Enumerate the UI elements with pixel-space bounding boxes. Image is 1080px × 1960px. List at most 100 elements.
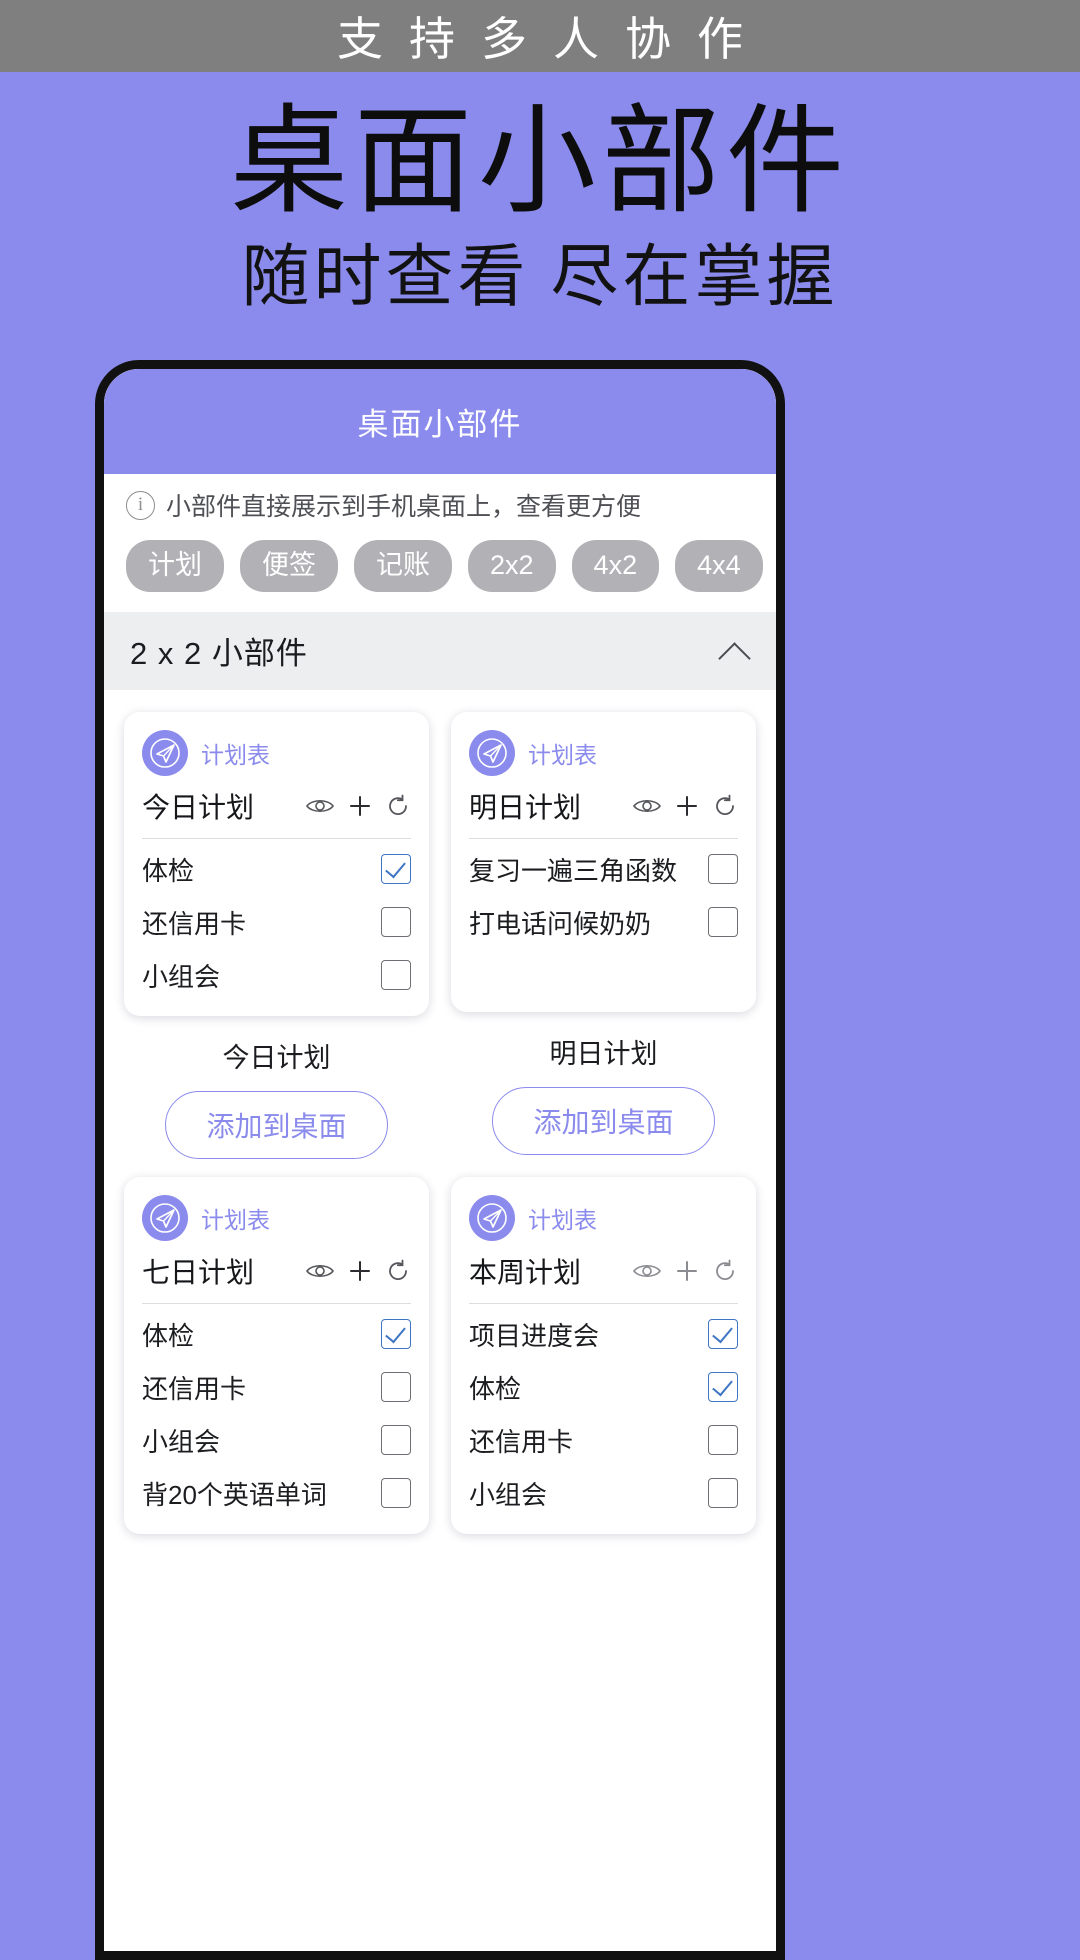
todo-label: 还信用卡 [469,1426,574,1457]
todo-item[interactable]: 小组会 [469,1467,738,1520]
promo-page: 支持多人协作 桌面小部件 随时查看 尽在掌握 桌面小部件 i 小部件直接展示到手… [0,0,1080,1960]
filter-chip-note[interactable]: 便签 [240,540,338,592]
todo-checkbox[interactable] [708,1425,738,1456]
widget-card-tomorrow[interactable]: 计划表 明日计划 复习一遍三角函数 打电话问候奶奶 [451,711,756,1012]
divider [469,837,738,839]
widget-card-this-week[interactable]: 计划表 本周计划 项目进度会 体检 还信用卡 小组会 [451,1176,756,1534]
section-title: 2 x 2 小部件 [130,636,308,672]
todo-label: 体检 [142,1320,195,1351]
todo-item[interactable]: 体检 [469,1361,738,1414]
hero-subtitle: 随时查看 尽在掌握 [241,239,839,315]
todo-label: 还信用卡 [142,908,247,939]
todo-item[interactable]: 小组会 [142,1414,411,1467]
widget-brand-name: 计划表 [528,741,597,768]
todo-label: 小组会 [142,961,221,992]
info-notice-text: 小部件直接展示到手机桌面上，查看更方便 [166,493,642,521]
refresh-icon[interactable] [712,793,738,819]
todo-item[interactable]: 背20个英语单词 [142,1467,411,1520]
section-header-2x2[interactable]: 2 x 2 小部件 [104,611,776,690]
chevron-up-icon[interactable] [720,636,750,666]
todo-checkbox[interactable] [381,1372,411,1403]
todo-label: 复习一遍三角函数 [469,855,678,886]
widget-title: 明日计划 [469,791,582,823]
paper-plane-icon [469,729,515,776]
widget-actions [632,1258,738,1284]
eye-icon[interactable] [305,1261,335,1281]
eye-icon[interactable] [632,796,662,816]
widget-title-row: 今日计划 [142,786,411,826]
todo-item[interactable]: 小组会 [142,949,411,1002]
app-header: 桌面小部件 [104,369,776,474]
plus-icon[interactable] [675,1259,699,1283]
eye-icon[interactable] [305,796,335,816]
filter-chip-4x2[interactable]: 4x2 [571,540,660,592]
widget-brand-name: 计划表 [201,741,270,768]
widget-title-row: 本周计划 [469,1251,738,1291]
info-notice: i 小部件直接展示到手机桌面上，查看更方便 [104,474,776,536]
todo-checkbox[interactable] [381,1478,411,1509]
widget-actions [632,793,738,819]
eye-icon[interactable] [632,1261,662,1281]
todo-item[interactable]: 项目进度会 [469,1308,738,1361]
todo-label: 小组会 [142,1426,221,1457]
todo-item[interactable]: 打电话问候奶奶 [469,896,738,949]
todo-checkbox[interactable] [381,1319,411,1350]
todo-checkbox[interactable] [708,907,738,938]
todo-item[interactable]: 复习一遍三角函数 [469,843,738,896]
refresh-icon[interactable] [712,1258,738,1284]
filter-chip-plan[interactable]: 计划 [126,540,224,592]
todo-item[interactable]: 还信用卡 [142,896,411,949]
widget-cell: 计划表 今日计划 体检 还信用卡 小组会 今日计划 添加到桌面 [124,711,429,1159]
todo-label: 体检 [142,855,195,886]
todo-checkbox[interactable] [381,854,411,885]
widget-grid: 计划表 今日计划 体检 还信用卡 小组会 今日计划 添加到桌面 计划表 明日计划… [104,689,776,1534]
todo-checkbox[interactable] [381,1425,411,1456]
todo-item[interactable]: 体检 [142,1308,411,1361]
phone-screen: 桌面小部件 i 小部件直接展示到手机桌面上，查看更方便 计划 便签 记账 2x2… [104,369,776,1951]
plus-icon[interactable] [348,1259,372,1283]
widget-brand-name: 计划表 [528,1206,597,1233]
widget-title: 今日计划 [142,791,255,823]
filter-chip-list: 计划 便签 记账 2x2 4x2 4x4 [104,536,776,612]
filter-chip-ledger[interactable]: 记账 [354,540,452,592]
widget-cell: 计划表 本周计划 项目进度会 体检 还信用卡 小组会 [451,1176,756,1534]
widget-title-row: 七日计划 [142,1251,411,1291]
todo-checkbox[interactable] [381,907,411,938]
refresh-icon[interactable] [385,793,411,819]
paper-plane-icon [469,1194,515,1241]
todo-label: 打电话问候奶奶 [469,908,652,939]
add-to-desktop-button[interactable]: 添加到桌面 [165,1090,388,1159]
todo-label: 背20个英语单词 [142,1479,327,1510]
todo-checkbox[interactable] [381,960,411,991]
widget-brand: 计划表 [142,1194,411,1241]
divider [142,837,411,839]
todo-item[interactable]: 还信用卡 [469,1414,738,1467]
filter-chip-2x2[interactable]: 2x2 [468,540,556,592]
todo-checkbox[interactable] [708,1319,738,1350]
todo-label: 项目进度会 [469,1320,600,1351]
todo-checkbox[interactable] [708,854,738,885]
todo-item[interactable]: 体检 [142,843,411,896]
plus-icon[interactable] [348,794,372,818]
widget-cell: 计划表 明日计划 复习一遍三角函数 打电话问候奶奶 明日计划 添加到桌面 [451,711,756,1159]
top-banner: 支持多人协作 [0,0,1080,72]
add-to-desktop-button[interactable]: 添加到桌面 [492,1086,715,1155]
plus-icon[interactable] [675,794,699,818]
widget-actions [305,793,411,819]
todo-item[interactable]: 还信用卡 [142,1361,411,1414]
hero-title: 桌面小部件 [229,97,850,228]
widget-card-today[interactable]: 计划表 今日计划 体检 还信用卡 小组会 [124,711,429,1016]
widget-cell: 计划表 七日计划 体检 还信用卡 小组会 背20个英语单词 [124,1176,429,1534]
widget-title: 七日计划 [142,1256,255,1288]
todo-checkbox[interactable] [708,1478,738,1509]
hero-section: 桌面小部件 随时查看 尽在掌握 [0,72,1080,320]
widget-actions [305,1258,411,1284]
widget-brand: 计划表 [469,729,738,776]
info-circle-icon: i [126,490,155,520]
refresh-icon[interactable] [385,1258,411,1284]
todo-checkbox[interactable] [708,1372,738,1403]
widget-card-seven-day[interactable]: 计划表 七日计划 体检 还信用卡 小组会 背20个英语单词 [124,1176,429,1534]
todo-label: 体检 [469,1373,522,1404]
widget-title: 本周计划 [469,1256,582,1288]
filter-chip-4x4[interactable]: 4x4 [675,540,763,592]
